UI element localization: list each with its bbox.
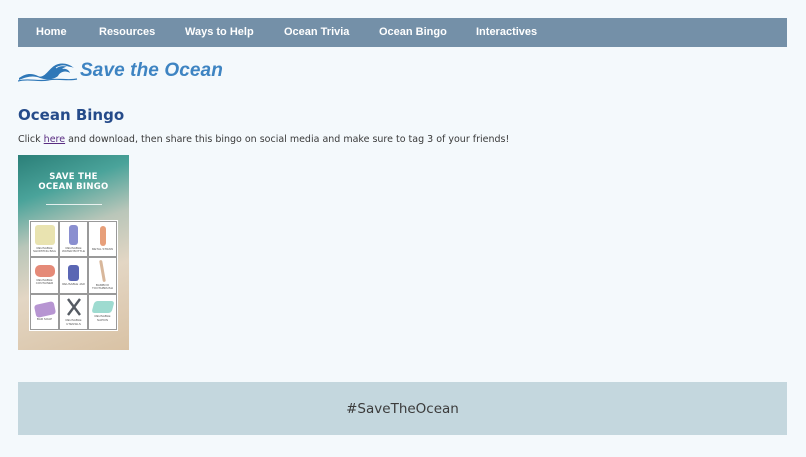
toothbrush-icon — [99, 259, 106, 283]
download-link[interactable]: here — [44, 134, 65, 145]
soap-icon — [33, 300, 56, 318]
bingo-grid: REUSABLE SHOPPING BAG REUSABLE WATER BOT… — [29, 220, 118, 331]
bingo-cell: REUSABLE WATER BOTTLE — [59, 221, 88, 258]
shopping-bag-icon — [34, 224, 55, 245]
bingo-title-line-1: SAVE THE — [49, 172, 98, 182]
nav-ocean-trivia-link[interactable]: Ocean Trivia — [284, 26, 349, 38]
wave-icon — [18, 63, 78, 82]
container-icon — [34, 264, 55, 277]
bingo-cell: REUSABLE NAPKIN — [88, 293, 117, 330]
bingo-cell-label: METAL STRAW — [91, 247, 114, 252]
nav-resources-link[interactable]: Resources — [99, 26, 155, 38]
bingo-cell-label: REUSABLE CONTAINER — [35, 277, 54, 286]
bingo-cell-label: BAR SOAP — [36, 316, 53, 321]
water-bottle-icon — [69, 224, 78, 245]
logo-text: Save the Ocean — [80, 60, 223, 81]
footer-hashtag: #SaveTheOcean — [346, 400, 459, 417]
bingo-cell-label: BAMBOO TOOTHBRUSH — [92, 282, 113, 291]
bingo-cell: REUSABLE SHOPPING BAG — [30, 221, 59, 258]
bingo-cell-label: REUSABLE WATER BOTTLE — [61, 245, 85, 254]
jar-icon — [68, 264, 79, 281]
bingo-cell-label: REUSABLE SHOPPING BAG — [32, 245, 56, 254]
bingo-divider — [46, 204, 102, 205]
bingo-cell-label: REUSABLE UTENSILS — [65, 318, 82, 326]
bingo-cell-label: REUSABLE NAPKIN — [94, 314, 111, 322]
bingo-cell-label: REUSABLE JAR — [62, 281, 85, 286]
bingo-cell: METAL STRAW — [88, 221, 117, 258]
nav-interactives-link[interactable]: Interactives — [476, 26, 537, 38]
utensils-icon — [66, 298, 81, 317]
site-logo[interactable]: Save the Ocean — [18, 59, 223, 83]
top-nav: Home Resources Ways to Help Ocean Trivia… — [18, 18, 787, 47]
bingo-cell: REUSABLE UTENSILS — [59, 293, 88, 330]
bingo-cell: REUSABLE CONTAINER — [30, 257, 59, 294]
bingo-title: SAVE THE OCEAN BINGO — [18, 172, 129, 192]
intro-after: and download, then share this bingo on s… — [65, 134, 510, 145]
nav-ocean-bingo-link[interactable]: Ocean Bingo — [379, 26, 447, 38]
napkin-icon — [90, 301, 115, 314]
nav-home-link[interactable]: Home — [36, 26, 67, 38]
bingo-cell: BAR SOAP — [30, 293, 59, 330]
bingo-cell: BAMBOO TOOTHBRUSH — [88, 257, 117, 294]
bingo-cell: REUSABLE JAR — [59, 257, 88, 294]
intro-text: Click here and download, then share this… — [18, 134, 509, 145]
bingo-title-line-2: OCEAN BINGO — [38, 182, 109, 192]
metal-straw-icon — [99, 226, 106, 247]
page-title: Ocean Bingo — [18, 106, 125, 124]
intro-before: Click — [18, 134, 44, 145]
nav-ways-to-help-link[interactable]: Ways to Help — [185, 26, 254, 38]
bingo-card-image: SAVE THE OCEAN BINGO REUSABLE SHOPPING B… — [18, 155, 129, 350]
footer-banner: #SaveTheOcean — [18, 382, 787, 435]
